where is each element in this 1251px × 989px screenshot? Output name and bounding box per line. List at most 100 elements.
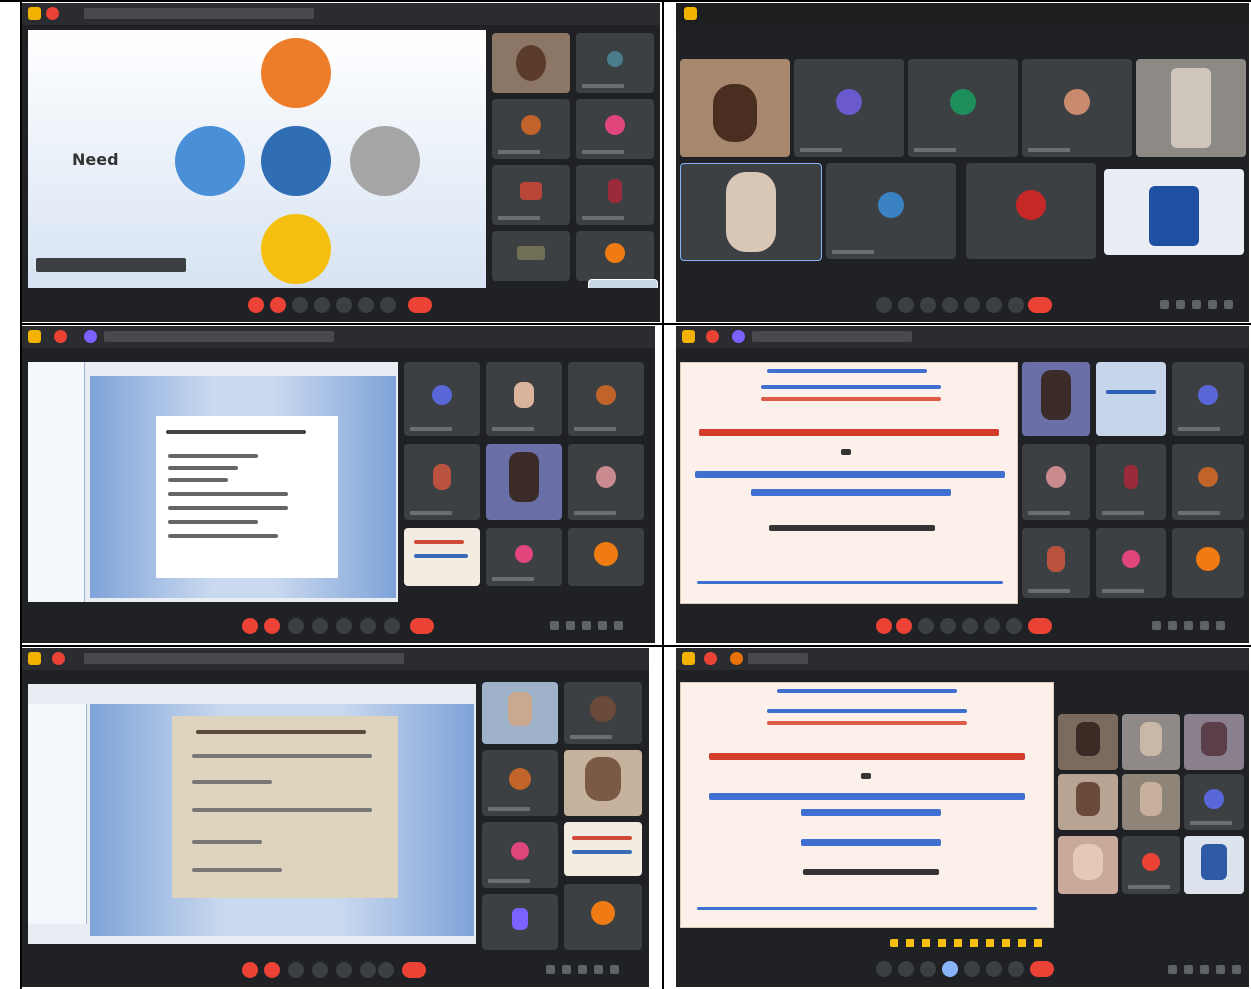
present-icon[interactable]: [336, 618, 352, 634]
microphone-icon[interactable]: [242, 618, 258, 634]
info-icon[interactable]: [1152, 621, 1161, 630]
participant-tile[interactable]: [1058, 774, 1118, 830]
microphone-icon[interactable]: [876, 618, 892, 634]
present-icon[interactable]: [336, 297, 352, 313]
participant-tile[interactable]: [908, 59, 1018, 157]
participant-tile[interactable]: [680, 59, 790, 157]
lock-icon[interactable]: [614, 621, 623, 630]
info-icon[interactable]: [546, 965, 555, 974]
captions-icon[interactable]: [288, 618, 304, 634]
participant-tile[interactable]: [576, 33, 654, 93]
participant-tile[interactable]: [1122, 774, 1180, 830]
more-options-icon[interactable]: [1008, 297, 1024, 313]
participant-tile[interactable]: [404, 528, 480, 586]
raise-hand-icon[interactable]: [360, 618, 376, 634]
participant-tile[interactable]: [492, 33, 570, 93]
raise-hand-icon[interactable]: [360, 962, 376, 978]
participant-tile[interactable]: [1172, 362, 1244, 436]
participant-tile[interactable]: [482, 822, 558, 888]
captions-icon[interactable]: [920, 961, 936, 977]
participant-tile[interactable]: [492, 165, 570, 225]
people-icon[interactable]: [566, 621, 575, 630]
participant-tile[interactable]: [1022, 362, 1090, 436]
participant-tile[interactable]: [1058, 714, 1118, 770]
participant-tile[interactable]: [486, 362, 562, 436]
participant-tile[interactable]: [1122, 836, 1180, 894]
end-call-button[interactable]: [1030, 961, 1054, 977]
participant-tile[interactable]: [1058, 836, 1118, 894]
participant-tile[interactable]: [1122, 714, 1180, 770]
more-options-icon[interactable]: [380, 297, 396, 313]
activities-icon[interactable]: [594, 965, 603, 974]
lock-icon[interactable]: [1224, 300, 1233, 309]
end-call-button[interactable]: [1028, 297, 1052, 313]
present-icon[interactable]: [942, 961, 958, 977]
participant-tile[interactable]: [1096, 528, 1166, 598]
participant-tile[interactable]: [1172, 444, 1244, 520]
participant-tile[interactable]: [564, 750, 642, 816]
reaction-icon[interactable]: [312, 962, 328, 978]
more-options-icon[interactable]: [1008, 961, 1024, 977]
more-options-icon[interactable]: [378, 962, 394, 978]
captions-icon[interactable]: [920, 297, 936, 313]
people-icon[interactable]: [1184, 965, 1193, 974]
participant-tile[interactable]: [1096, 444, 1166, 520]
participant-tile[interactable]: [576, 165, 654, 225]
participant-tile[interactable]: [576, 231, 654, 281]
microphone-icon[interactable]: [248, 297, 264, 313]
participant-tile[interactable]: [1184, 836, 1244, 894]
reaction-icon[interactable]: [312, 618, 328, 634]
chat-icon[interactable]: [1192, 300, 1201, 309]
reaction-icon[interactable]: [314, 297, 330, 313]
people-icon[interactable]: [562, 965, 571, 974]
participant-tile[interactable]: [564, 884, 642, 950]
participant-tile[interactable]: [1184, 714, 1244, 770]
chat-icon[interactable]: [582, 621, 591, 630]
lock-icon[interactable]: [1216, 621, 1225, 630]
activities-icon[interactable]: [598, 621, 607, 630]
camera-icon[interactable]: [898, 297, 914, 313]
microphone-icon[interactable]: [876, 961, 892, 977]
people-icon[interactable]: [1176, 300, 1185, 309]
participant-tile[interactable]: [1022, 444, 1090, 520]
end-call-button[interactable]: [402, 962, 426, 978]
participant-tile[interactable]: [404, 444, 480, 520]
camera-icon[interactable]: [264, 962, 280, 978]
chat-icon[interactable]: [578, 965, 587, 974]
activities-icon[interactable]: [1208, 300, 1217, 309]
participant-tile[interactable]: [482, 894, 558, 950]
reaction-icon[interactable]: [940, 618, 956, 634]
participant-tile[interactable]: [492, 231, 570, 281]
participant-tile[interactable]: [486, 528, 562, 586]
participant-tile[interactable]: [486, 444, 562, 520]
reaction-icon[interactable]: [964, 961, 980, 977]
chat-icon[interactable]: [1200, 965, 1209, 974]
camera-icon[interactable]: [896, 618, 912, 634]
participant-tile[interactable]: [966, 163, 1096, 259]
more-options-icon[interactable]: [1006, 618, 1022, 634]
raise-hand-icon[interactable]: [986, 961, 1002, 977]
participant-tile[interactable]: [404, 362, 480, 436]
camera-icon[interactable]: [264, 618, 280, 634]
raise-hand-icon[interactable]: [986, 297, 1002, 313]
end-call-button[interactable]: [410, 618, 434, 634]
info-icon[interactable]: [1160, 300, 1169, 309]
lock-icon[interactable]: [1232, 965, 1241, 974]
lock-icon[interactable]: [610, 965, 619, 974]
participant-tile[interactable]: [564, 682, 642, 744]
participant-tile[interactable]: [482, 750, 558, 816]
participant-tile[interactable]: [794, 59, 904, 157]
camera-icon[interactable]: [270, 297, 286, 313]
participant-tile[interactable]: [1172, 528, 1244, 598]
participant-tile[interactable]: [1022, 59, 1132, 157]
more-options-icon[interactable]: [384, 618, 400, 634]
raise-hand-icon[interactable]: [358, 297, 374, 313]
reaction-icon[interactable]: [942, 297, 958, 313]
participant-tile[interactable]: [1096, 362, 1166, 436]
end-call-button[interactable]: [1028, 618, 1052, 634]
participant-tile[interactable]: [826, 163, 956, 259]
present-icon[interactable]: [964, 297, 980, 313]
participant-tile[interactable]: [1136, 59, 1246, 157]
participant-tile[interactable]: [568, 362, 644, 436]
chat-icon[interactable]: [1184, 621, 1193, 630]
